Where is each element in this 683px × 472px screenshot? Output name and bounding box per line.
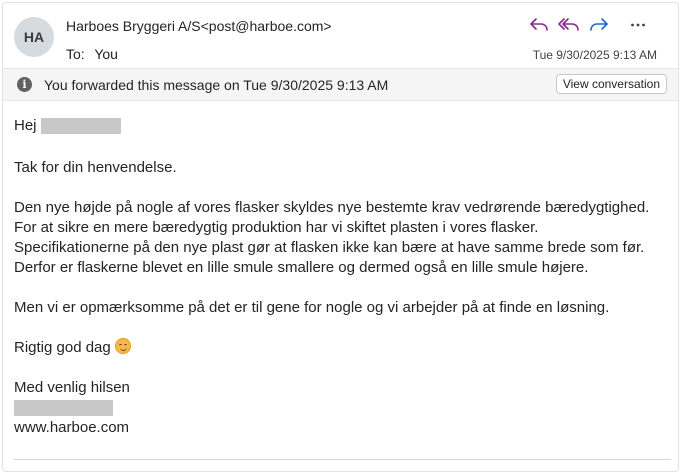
forwarded-banner: i You forwarded this message on Tue 9/30… xyxy=(3,68,678,101)
reply-icon xyxy=(530,18,548,31)
more-icon xyxy=(631,23,645,27)
message-timestamp: Tue 9/30/2025 9:13 AM xyxy=(532,48,657,62)
paragraph-4: Rigtig god dag xyxy=(14,338,674,358)
redacted-signature xyxy=(14,400,113,417)
website-link[interactable]: www.harboe.com xyxy=(14,418,674,438)
message-body: Hej Tak for din henvendelse. Den nye høj… xyxy=(14,116,674,438)
forward-icon xyxy=(590,18,608,31)
view-conversation-button[interactable]: View conversation xyxy=(555,74,667,94)
divider xyxy=(14,459,671,460)
paragraph-2-line: Den nye højde på nogle af vores flasker … xyxy=(14,199,650,216)
paragraph-2: Den nye højde på nogle af vores flasker … xyxy=(14,198,674,278)
paragraph-1: Tak for din henvendelse. xyxy=(14,159,177,176)
signature-line xyxy=(14,398,674,418)
avatar[interactable]: HA xyxy=(14,17,54,57)
paragraph-2-line: For at sikre en mere bæredygtig produkti… xyxy=(14,219,539,236)
reply-button[interactable] xyxy=(524,13,554,37)
greeting: Hej xyxy=(14,117,37,134)
sign-off-greeting: Rigtig god dag xyxy=(14,339,111,356)
info-icon: i xyxy=(17,77,32,92)
to-recipient[interactable]: You xyxy=(94,46,118,62)
reply-all-button[interactable] xyxy=(554,13,584,37)
to-label: To: xyxy=(66,46,85,62)
forward-button[interactable] xyxy=(584,13,614,37)
smile-emoji-icon xyxy=(114,338,131,354)
avatar-initials: HA xyxy=(23,29,45,45)
paragraph-3: Men vi er opmærksomme på det er til gene… xyxy=(14,299,610,316)
reply-all-icon xyxy=(558,18,579,31)
redacted-name xyxy=(40,118,121,135)
message-actions xyxy=(524,13,652,37)
greeting-line: Hej xyxy=(14,116,674,136)
more-actions-button[interactable] xyxy=(624,13,652,37)
sender-name[interactable]: Harboes Bryggeri A/S<post@harboe.com> xyxy=(66,18,332,34)
paragraph-2-line: Specifikationerne på den nye plast gør a… xyxy=(14,239,645,256)
closing: Med venlig hilsen xyxy=(14,379,130,396)
paragraph-2-line: Derfor er flaskerne blevet en lille smul… xyxy=(14,259,589,276)
to-line: To: You xyxy=(66,46,118,62)
forwarded-text: You forwarded this message on Tue 9/30/2… xyxy=(44,77,389,93)
